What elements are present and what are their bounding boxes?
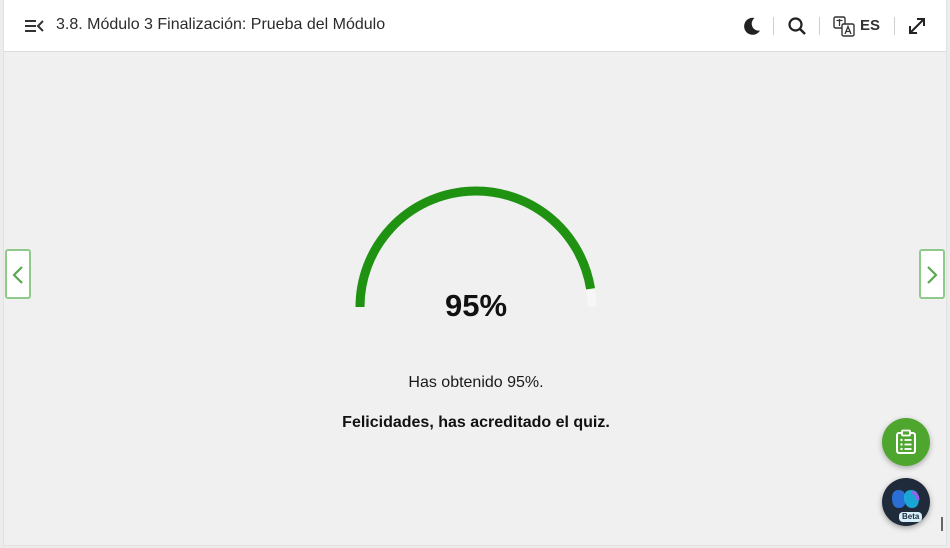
result-message: Has obtenido 95%. bbox=[408, 374, 544, 391]
toolbar-divider bbox=[894, 17, 895, 35]
top-bar: 3.8. Módulo 3 Finalización: Prueba del M… bbox=[4, 0, 946, 52]
score-value: 95% bbox=[444, 288, 508, 323]
notes-button[interactable] bbox=[882, 418, 930, 466]
assistant-button[interactable]: Beta bbox=[882, 478, 930, 526]
toolbar-divider bbox=[819, 17, 820, 35]
language-label[interactable]: ES bbox=[860, 17, 880, 34]
page-title: 3.8. Módulo 3 Finalización: Prueba del M… bbox=[56, 16, 386, 33]
content-frame: 3.8. Módulo 3 Finalización: Prueba del M… bbox=[3, 0, 947, 546]
beta-badge: Beta bbox=[899, 512, 923, 522]
search-icon[interactable] bbox=[785, 14, 809, 38]
menu-collapse-icon[interactable] bbox=[23, 15, 45, 37]
congratulations-message: Felicidades, has acreditado el quiz. bbox=[342, 414, 610, 431]
expand-icon[interactable] bbox=[905, 14, 929, 38]
moon-icon[interactable] bbox=[740, 14, 764, 38]
scrollbar-handle[interactable] bbox=[941, 517, 943, 531]
translate-icon[interactable] bbox=[832, 14, 856, 38]
toolbar-divider bbox=[773, 17, 774, 35]
